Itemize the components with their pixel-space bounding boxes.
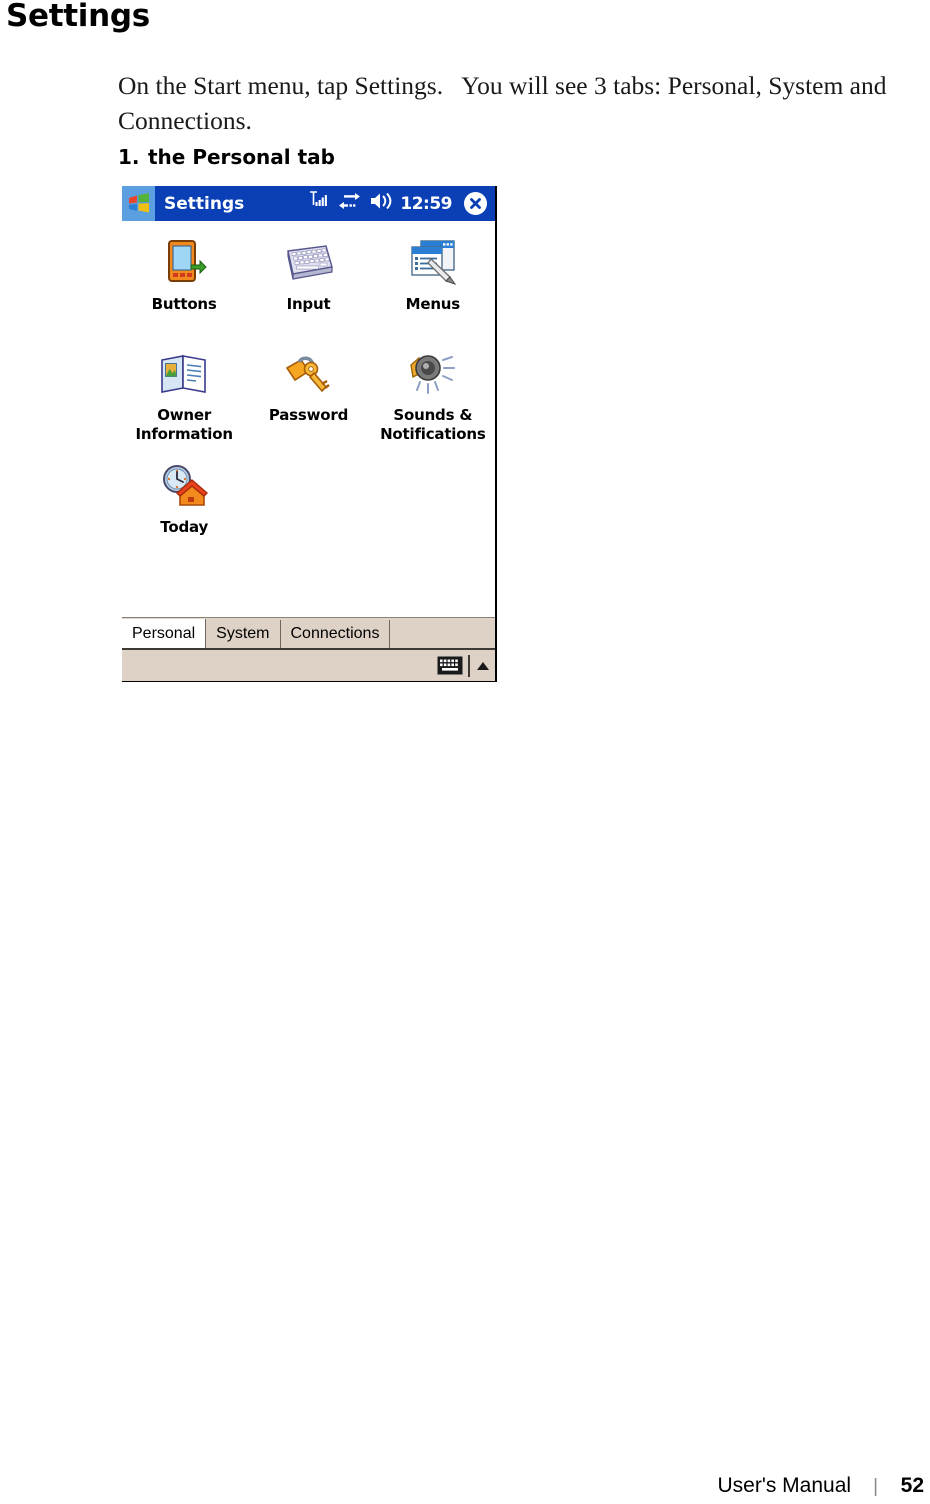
settings-item-sounds-notifications[interactable]: Sounds & Notifications xyxy=(371,342,495,444)
pda-sip-bar xyxy=(122,648,495,681)
footer-manual-label: User's Manual xyxy=(717,1474,852,1497)
settings-item-buttons[interactable]: Buttons xyxy=(122,231,246,314)
settings-item-menus[interactable]: Menus xyxy=(371,231,495,314)
icon-row-2: Owner Information Password Sounds & Noti… xyxy=(122,342,495,444)
close-circle-icon[interactable] xyxy=(464,192,487,215)
icon-row-3: Today xyxy=(122,454,495,537)
titlebar-status-icons: 12:59 xyxy=(308,186,489,221)
settings-item-label: Buttons xyxy=(151,295,217,313)
menu-window-stylus-icon xyxy=(403,235,463,291)
pda-clock: 12:59 xyxy=(400,193,452,214)
windows-flag-icon[interactable] xyxy=(122,186,155,221)
list-item-number: 1. xyxy=(118,145,140,169)
clock-house-icon xyxy=(154,458,214,514)
settings-item-label: Input xyxy=(286,295,331,313)
settings-item-label: Today xyxy=(160,518,209,536)
body-block: On the Start menu, tap Settings. You wil… xyxy=(118,68,908,169)
settings-item-password[interactable]: Password xyxy=(246,342,370,444)
connectivity-icon[interactable] xyxy=(338,191,362,216)
sip-chevron-up-icon[interactable] xyxy=(476,661,490,671)
settings-item-today[interactable]: Today xyxy=(122,454,246,537)
pda-screenshot-figure: Settings 12:59 Buttons Input Menus Owner… xyxy=(122,186,497,682)
tab-strip-filler xyxy=(390,620,495,648)
settings-item-label: Password xyxy=(268,406,349,424)
settings-item-input[interactable]: Input xyxy=(246,231,370,314)
pda-device-icon xyxy=(154,235,214,291)
speaker-volume-icon[interactable] xyxy=(369,191,393,216)
icon-cell-empty xyxy=(246,454,370,537)
tab-personal[interactable]: Personal xyxy=(122,619,207,648)
tab-connections[interactable]: Connections xyxy=(280,620,391,648)
signal-strength-icon[interactable] xyxy=(308,191,331,216)
settings-item-label: Sounds & Notifications xyxy=(380,406,486,443)
footer-page-number: 52 xyxy=(900,1474,924,1497)
settings-item-owner-information[interactable]: Owner Information xyxy=(122,342,246,444)
pda-tab-strip: Personal System Connections xyxy=(122,617,495,648)
padlock-key-icon xyxy=(278,346,338,402)
settings-item-label: Menus xyxy=(405,295,461,313)
sip-divider xyxy=(468,654,470,677)
pda-window-title: Settings xyxy=(164,193,245,214)
owner-card-icon xyxy=(154,346,214,402)
speaker-sounds-icon xyxy=(403,346,463,402)
icon-cell-empty xyxy=(371,454,495,537)
page-title: Settings xyxy=(6,0,150,34)
list-item-label: the Personal tab xyxy=(148,145,335,169)
intro-paragraph: On the Start menu, tap Settings. You wil… xyxy=(118,71,893,135)
pda-settings-icon-grid: Buttons Input Menus Owner Information Pa… xyxy=(122,221,495,617)
list-item: 1. the Personal tab xyxy=(118,145,908,169)
icon-row-1: Buttons Input Menus xyxy=(122,231,495,314)
keyboard-icon xyxy=(278,235,338,291)
pda-titlebar: Settings 12:59 xyxy=(122,186,495,221)
settings-item-label: Owner Information xyxy=(135,406,233,443)
tab-system[interactable]: System xyxy=(206,620,281,648)
page-footer: User's Manual | 52 xyxy=(0,1474,930,1498)
footer-separator: | xyxy=(873,1476,878,1497)
soft-keyboard-icon[interactable] xyxy=(437,656,463,675)
